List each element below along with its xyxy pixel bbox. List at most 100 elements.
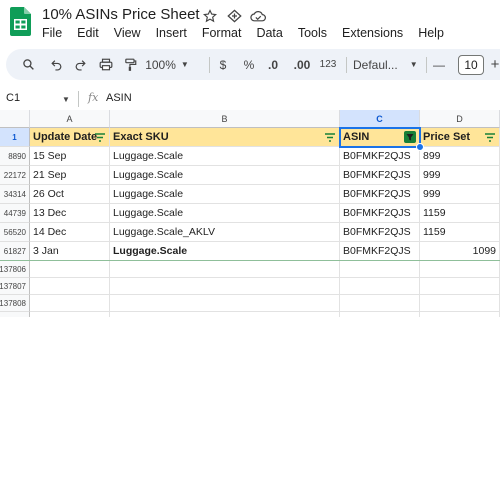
menu-edit[interactable]: Edit <box>77 26 106 40</box>
function-icon: fx <box>88 91 99 104</box>
row-header[interactable]: 44739 <box>0 204 30 223</box>
cell-asin[interactable]: B0FMKF2QJS <box>340 185 420 204</box>
move-to-folder-icon[interactable] <box>226 8 242 24</box>
column-header-b[interactable]: B <box>110 110 340 128</box>
cell-exact-sku[interactable]: Luggage.Scale <box>110 185 340 204</box>
empty-cell[interactable] <box>420 295 500 312</box>
row-header[interactable]: 137808 <box>0 295 30 312</box>
chevron-down-icon[interactable]: ▼ <box>62 95 70 104</box>
empty-cell[interactable] <box>30 295 110 312</box>
name-box[interactable]: C1 <box>6 92 20 104</box>
document-title[interactable]: 10% ASINs Price Sheet <box>42 6 200 23</box>
currency-format-button[interactable]: $ <box>216 49 230 80</box>
row-header[interactable]: 1 <box>0 128 30 147</box>
row-header[interactable]: 137807 <box>0 278 30 295</box>
menu-format[interactable]: Format <box>202 26 249 40</box>
header-cell-update-date[interactable]: Update Date <box>30 128 110 147</box>
empty-cell[interactable] <box>110 295 340 312</box>
undo-icon[interactable] <box>46 49 66 80</box>
cell-asin[interactable]: B0FMKF2QJS <box>340 166 420 185</box>
column-header-c[interactable]: C <box>340 110 420 128</box>
row-header[interactable]: 137809 <box>0 312 30 317</box>
cell-price-set[interactable]: 1159 <box>420 223 500 242</box>
cell-update-date[interactable]: 21 Sep <box>30 166 110 185</box>
sheets-logo-icon[interactable] <box>10 7 31 36</box>
empty-cell[interactable] <box>420 278 500 295</box>
cell-update-date[interactable]: 14 Dec <box>30 223 110 242</box>
menu-help[interactable]: Help <box>418 26 451 40</box>
empty-cell[interactable] <box>30 261 110 278</box>
filter-icon[interactable] <box>325 133 335 142</box>
cell-price-set[interactable]: 1099 <box>420 242 500 261</box>
font-family-select[interactable]: Defaul... ▼ <box>353 49 418 80</box>
column-header-a[interactable]: A <box>30 110 110 128</box>
font-size-input[interactable]: 10 <box>458 55 484 75</box>
empty-cell[interactable] <box>420 312 500 317</box>
cell-exact-sku[interactable]: Luggage.Scale <box>110 147 340 166</box>
empty-cell[interactable] <box>110 261 340 278</box>
cell-asin[interactable]: B0FMKF2QJS <box>340 204 420 223</box>
zoom-select[interactable]: 100% ▼ <box>145 49 189 80</box>
empty-cell[interactable] <box>340 295 420 312</box>
cloud-saved-icon[interactable] <box>250 8 266 24</box>
menu-file[interactable]: File <box>42 26 69 40</box>
row-header[interactable]: 8890 <box>0 147 30 166</box>
empty-cell[interactable] <box>420 261 500 278</box>
row-header[interactable]: 61827 <box>0 242 30 261</box>
filter-active-icon[interactable] <box>404 131 416 143</box>
cell-update-date[interactable]: 15 Sep <box>30 147 110 166</box>
toolbar-divider <box>426 57 427 73</box>
formula-input[interactable]: ASIN <box>106 92 132 104</box>
cell-asin[interactable]: B0FMKF2QJS <box>340 147 420 166</box>
cell-update-date[interactable]: 13 Dec <box>30 204 110 223</box>
select-all-corner[interactable] <box>0 110 30 128</box>
cell-asin[interactable]: B0FMKF2QJS <box>340 223 420 242</box>
menu-bar: File Edit View Insert Format Data Tools … <box>42 26 459 40</box>
empty-cell[interactable] <box>340 261 420 278</box>
percent-format-button[interactable]: % <box>242 49 256 80</box>
cell-price-set[interactable]: 1159 <box>420 204 500 223</box>
more-formats-button[interactable]: 123 <box>318 49 338 80</box>
empty-cell[interactable] <box>340 312 420 317</box>
increase-font-size-button[interactable]: + <box>488 49 500 80</box>
paint-format-icon[interactable] <box>120 49 140 80</box>
column-header-d[interactable]: D <box>420 110 500 128</box>
menu-extensions[interactable]: Extensions <box>342 26 410 40</box>
cell-update-date[interactable]: 26 Oct <box>30 185 110 204</box>
row-header[interactable]: 56520 <box>0 223 30 242</box>
row-header[interactable]: 22172 <box>0 166 30 185</box>
empty-cell[interactable] <box>110 278 340 295</box>
filter-icon[interactable] <box>95 133 105 142</box>
menu-view[interactable]: View <box>114 26 148 40</box>
header-cell-asin[interactable]: ASIN <box>340 128 420 147</box>
star-icon[interactable] <box>202 8 218 24</box>
menu-data[interactable]: Data <box>256 26 289 40</box>
cell-price-set[interactable]: 999 <box>420 166 500 185</box>
cell-price-set[interactable]: 999 <box>420 185 500 204</box>
cell-exact-sku[interactable]: Luggage.Scale_AKLV <box>110 223 340 242</box>
decrease-decimal-button[interactable]: .0 <box>264 49 282 80</box>
empty-cell[interactable] <box>30 278 110 295</box>
cell-exact-sku[interactable]: Luggage.Scale <box>110 204 340 223</box>
row-header[interactable]: 137806 <box>0 261 30 278</box>
empty-cell[interactable] <box>30 312 110 317</box>
header-cell-exact-sku[interactable]: Exact SKU <box>110 128 340 147</box>
cell-price-set[interactable]: 899 <box>420 147 500 166</box>
cell-exact-sku[interactable]: Luggage.Scale <box>110 166 340 185</box>
row-header[interactable]: 34314 <box>0 185 30 204</box>
cell-exact-sku[interactable]: Luggage.Scale <box>110 242 340 261</box>
header-cell-price-set[interactable]: Price Set <box>420 128 500 147</box>
filter-icon[interactable] <box>485 133 495 142</box>
menu-tools[interactable]: Tools <box>298 26 334 40</box>
menu-insert[interactable]: Insert <box>156 26 194 40</box>
print-icon[interactable] <box>96 49 116 80</box>
fill-handle[interactable] <box>416 143 424 151</box>
increase-decimal-button[interactable]: .00 <box>292 49 312 80</box>
cell-update-date[interactable]: 3 Jan <box>30 242 110 261</box>
empty-cell[interactable] <box>110 312 340 317</box>
empty-cell[interactable] <box>340 278 420 295</box>
decrease-font-size-button[interactable]: — <box>431 49 447 80</box>
redo-icon[interactable] <box>70 49 90 80</box>
search-menus-icon[interactable] <box>18 49 38 80</box>
cell-asin[interactable]: B0FMKF2QJS <box>340 242 420 261</box>
